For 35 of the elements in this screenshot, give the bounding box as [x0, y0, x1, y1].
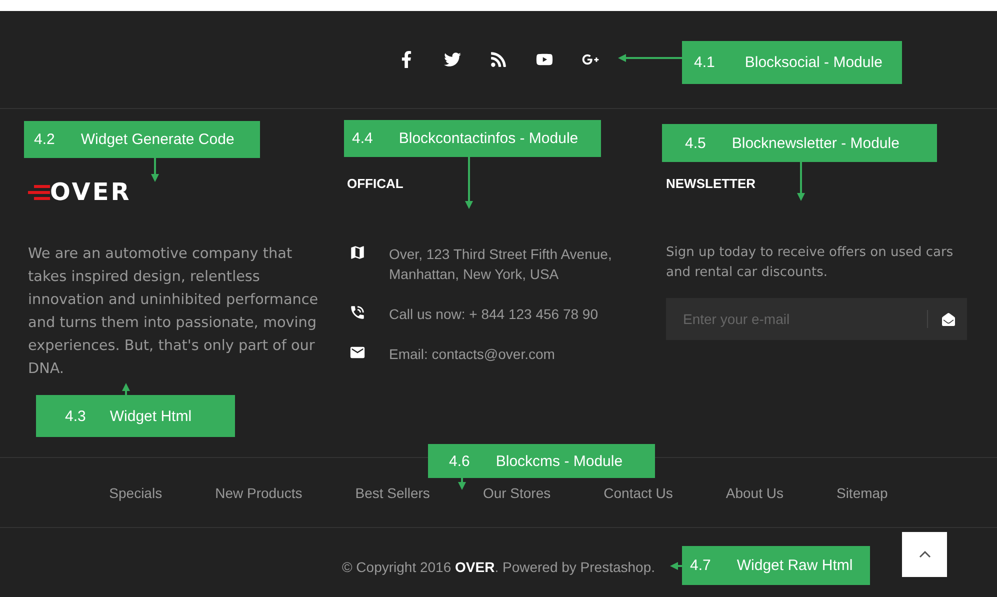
arrow — [151, 158, 159, 182]
footer-link[interactable]: Our Stores — [482, 484, 551, 500]
contact-text: Call us now: + 844 123 456 78 90 — [389, 305, 598, 324]
annotation-label: 4.4 Blockcontactinfos - Module — [344, 120, 601, 157]
section-heading: NEWSLETTER — [666, 176, 757, 192]
section-heading: OFFICAL — [347, 176, 404, 192]
newsletter-text: Sign up today to receive offers on used cars and rental car discounts. — [666, 244, 954, 282]
logo: OVER — [50, 179, 132, 205]
arrow — [122, 383, 130, 395]
annotation-label: 4.2 Widget Generate Code — [24, 121, 260, 158]
annotation-label: 4.3 Widget Html — [36, 395, 235, 437]
footer-link[interactable]: About Us — [726, 484, 784, 500]
rss-icon[interactable] — [488, 50, 508, 70]
email-field[interactable]: Enter your e-mail — [666, 298, 967, 340]
footer-link[interactable]: Contact Us — [604, 484, 673, 500]
annotation-label: 4.5 Blocknewsletter - Module — [662, 124, 937, 162]
chevron-up-icon — [918, 551, 930, 558]
arrow — [670, 562, 682, 570]
annotation-label: 4.6 Blockcms - Module — [428, 444, 655, 478]
footer-link[interactable]: Best Sellers — [355, 484, 430, 500]
about-text: We are an automotive company that takes inspired design, relentless innovation and uninhibited performance and turns them into passionate, moving experiences. But, that's only part of our DNA. — [28, 245, 320, 379]
footer-link[interactable]: Sitemap — [836, 484, 888, 500]
annotation-label: 4.7 Widget Raw Html — [682, 546, 870, 585]
twitter-icon[interactable] — [442, 50, 462, 70]
arrow — [797, 162, 805, 201]
contact-text: Email: contacts@over.com — [389, 345, 555, 364]
footer-link[interactable]: Specials — [109, 484, 162, 500]
copyright-text: © Copyright 2016 OVER. Powered by Prestashop. — [342, 558, 656, 574]
speed-lines-icon — [28, 183, 50, 201]
arrow — [465, 157, 473, 209]
arrow — [458, 478, 466, 490]
arrow — [618, 54, 682, 62]
footer-link[interactable]: New Products — [215, 484, 302, 500]
annotation-label: 4.1 Blocksocial - Module — [682, 41, 902, 84]
contact-text: Over, 123 Third Street Fifth Avenue, Manhattan, New York, USA — [389, 245, 613, 284]
